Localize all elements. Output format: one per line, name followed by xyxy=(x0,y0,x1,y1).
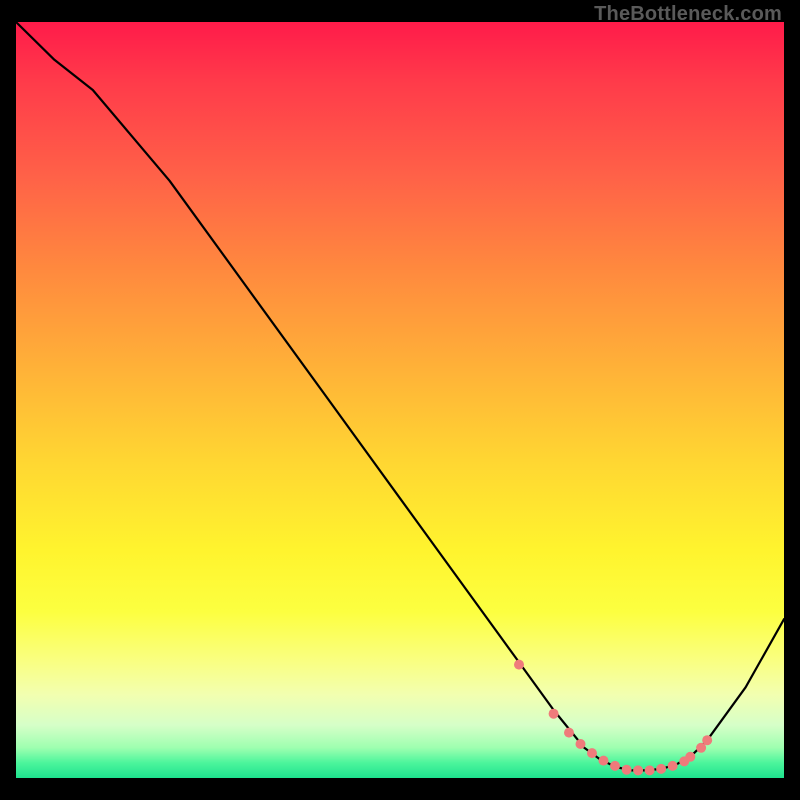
marker-dot xyxy=(549,709,559,719)
marker-dot xyxy=(702,735,712,745)
chart-svg xyxy=(16,22,784,778)
marker-dot xyxy=(668,761,678,771)
curve-markers xyxy=(514,660,712,776)
marker-dot xyxy=(656,764,666,774)
marker-dot xyxy=(622,765,632,775)
bottleneck-curve xyxy=(16,22,784,770)
marker-dot xyxy=(610,761,620,771)
marker-dot xyxy=(645,765,655,775)
marker-dot xyxy=(576,739,586,749)
watermark-text: TheBottleneck.com xyxy=(594,4,782,24)
marker-dot xyxy=(514,660,524,670)
marker-dot xyxy=(564,728,574,738)
marker-dot xyxy=(685,752,695,762)
marker-dot xyxy=(599,756,609,766)
marker-dot xyxy=(633,765,643,775)
marker-dot xyxy=(587,748,597,758)
